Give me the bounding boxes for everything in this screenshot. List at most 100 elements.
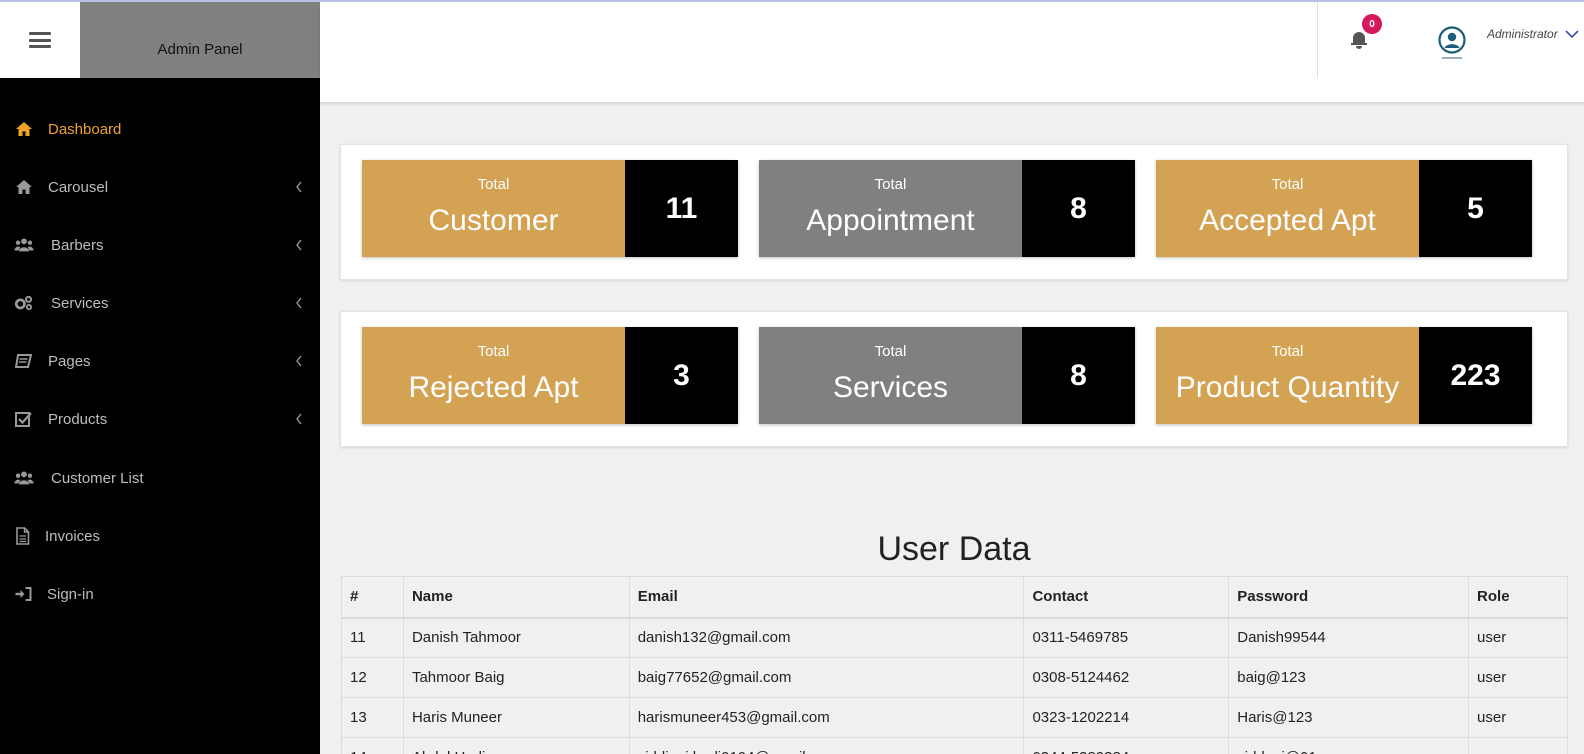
column-header: Contact [1023,576,1230,619]
chevron-left-icon [296,181,302,193]
sidebar-item-label: Sign-in [47,585,94,603]
stat-value: 223 [1419,327,1532,424]
table-cell: 13 [341,697,404,738]
table-cell: 14 [341,737,404,754]
sidebar-item-dashboard[interactable]: Dashboard [0,109,320,149]
stat-label-box: Total Customer [362,160,625,257]
stat-card-services[interactable]: Total Services 8 [759,327,1135,424]
stat-label-box: Total Appointment [759,160,1022,257]
home-icon [16,180,32,194]
avatar-caption [1442,57,1462,59]
stat-label-box: Total Product Quantity [1156,327,1419,424]
table-cell: Danish99544 [1228,617,1470,658]
table-cell: user [1468,657,1568,698]
stat-card-product-quantity[interactable]: Total Product Quantity 223 [1156,327,1532,424]
table-row: 14 Abdul Hadi siddiqui.hadi0104@gmail.co… [341,737,1568,754]
users-icon [14,238,34,252]
sidebar: Dashboard Carousel Barbers Services Page… [0,78,320,754]
table-cell: Abdul Hadi [402,737,630,754]
sidebar-item-label: Carousel [48,178,109,196]
stat-value: 8 [1022,160,1135,257]
sidebar-item-label: Products [48,410,108,428]
notification-bell-icon[interactable] [1350,30,1370,52]
sidebar-item-customer-list[interactable]: Customer List [0,458,320,498]
stat-value: 11 [625,160,738,257]
sidebar-item-label: Dashboard [48,120,122,138]
sidebar-item-label: Invoices [45,527,101,545]
stat-caption: Total [1271,343,1304,360]
table-cell: 0323-1202214 [1023,697,1230,738]
sidebar-item-services[interactable]: Services [0,283,320,323]
stat-caption: Total [477,176,510,193]
stat-label: Accepted Apt [1199,204,1376,237]
table-cell: danish132@gmail.com [628,617,1025,658]
home-icon [16,122,32,136]
check-square-icon [15,412,32,427]
chevron-left-icon [296,239,302,251]
table-cell: Haris@123 [1228,697,1470,738]
menu-toggle-area [0,2,80,78]
stat-label: Rejected Apt [408,371,579,404]
sidebar-item-barbers[interactable]: Barbers [0,225,320,265]
user-avatar-icon[interactable] [1438,26,1466,54]
sidebar-item-invoices[interactable]: Invoices [0,516,320,556]
sign-in-icon [15,587,32,601]
stat-label-box: Total Accepted Apt [1156,160,1419,257]
hamburger-menu-icon[interactable] [29,32,51,48]
user-data-table: # Name Email Contact Password Role 11 Da… [341,576,1568,754]
column-header: Role [1468,576,1568,619]
stat-label-box: Total Services [759,327,1022,424]
column-header: Name [402,576,630,619]
table-cell: Haris Muneer [402,697,630,738]
table-cell: 11 [341,617,404,658]
stat-label: Services [832,371,949,404]
sidebar-item-label: Barbers [51,236,104,254]
sidebar-item-label: Pages [48,352,91,370]
stat-card-rejected-apt[interactable]: Total Rejected Apt 3 [362,327,738,424]
table-cell: baig@123 [1228,657,1470,698]
header-divider [1317,2,1318,78]
table-title: User Data [877,530,1031,568]
table-cell: 0308-5124462 [1023,657,1230,698]
table-cell: Tahmoor Baig [402,657,630,698]
stat-caption: Total [874,343,907,360]
sidebar-item-sign-in[interactable]: Sign-in [0,574,320,614]
table-row: 11 Danish Tahmoor danish132@gmail.com 03… [341,617,1568,658]
table-cell: user [1468,617,1568,658]
top-header: 0 Administrator [320,2,1584,102]
table-cell: 12 [341,657,404,698]
stats-panel: Total Customer 11 Total Appointment 8 To… [340,144,1568,280]
stat-value: 8 [1022,327,1135,424]
sidebar-item-products[interactable]: Products [0,399,320,439]
table-cell: 0311-5469785 [1023,617,1230,658]
table-cell: Danish Tahmoor [402,617,630,658]
stat-label: Customer [428,204,559,237]
notification-count-badge: 0 [1362,14,1382,34]
chevron-left-icon [296,355,302,367]
sidebar-item-pages[interactable]: Pages [0,341,320,381]
users-icon [14,471,34,485]
table-row: 12 Tahmoor Baig baig77652@gmail.com 0308… [341,657,1568,698]
chevron-down-icon[interactable] [1564,26,1580,42]
stat-label: Product Quantity [1175,371,1400,404]
table-cell: 0344-5389384 [1023,737,1230,754]
stat-card-appointment[interactable]: Total Appointment 8 [759,160,1135,257]
stat-label: Appointment [806,204,975,237]
table-cell: siddqui@01 [1228,737,1470,754]
stat-caption: Total [1271,176,1304,193]
brand-title: Admin Panel [157,40,243,58]
chevron-left-icon [296,413,302,425]
table-header-row: # Name Email Contact Password Role [341,576,1568,619]
book-icon [14,354,33,368]
column-header: # [341,576,404,619]
gears-icon [14,295,33,311]
user-name[interactable]: Administrator [1487,27,1558,41]
brand-area: Admin Panel [80,2,320,78]
table-cell: user [1468,737,1568,754]
stats-panel: Total Rejected Apt 3 Total Services 8 To… [340,311,1568,447]
stat-value: 5 [1419,160,1532,257]
sidebar-item-carousel[interactable]: Carousel [0,167,320,207]
stat-card-customer[interactable]: Total Customer 11 [362,160,738,257]
stat-card-accepted-apt[interactable]: Total Accepted Apt 5 [1156,160,1532,257]
stat-caption: Total [874,176,907,193]
